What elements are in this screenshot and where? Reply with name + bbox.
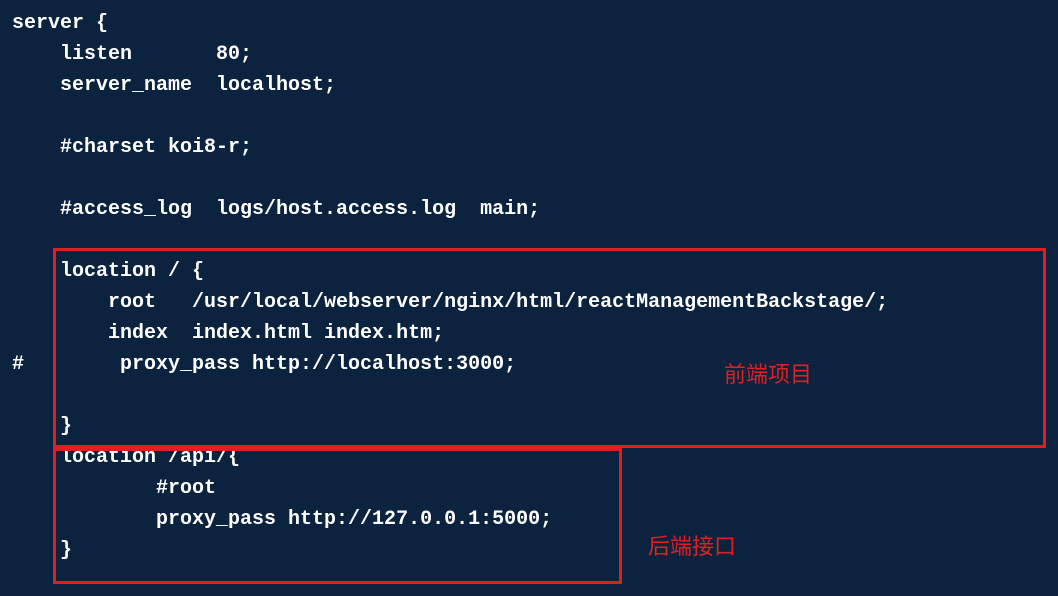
code-line: #charset koi8-r; [12,136,252,159]
annotation-label-frontend: 前端项目 [724,358,812,392]
code-line: #access_log logs/host.access.log main; [12,198,540,221]
code-line: listen 80; [12,43,252,66]
highlight-box-frontend [53,248,1046,448]
code-line: server { [12,12,108,35]
annotation-label-backend: 后端接口 [648,530,736,564]
highlight-box-backend [53,448,622,584]
code-line: server_name localhost; [12,74,336,97]
